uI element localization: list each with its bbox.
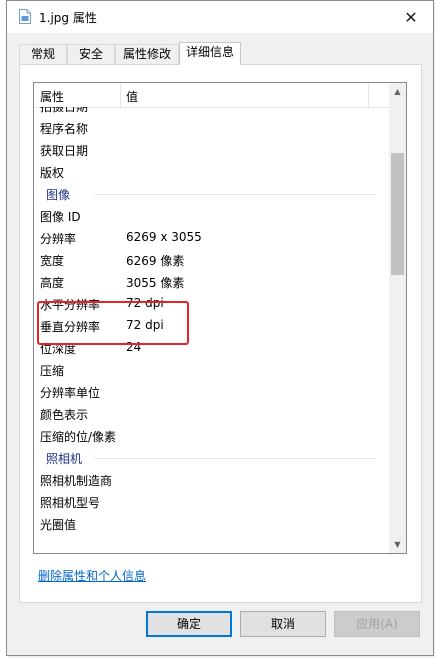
group-label: 图像 bbox=[46, 188, 71, 202]
group-label: 照相机 bbox=[46, 452, 83, 466]
property-value: 3055 像素 bbox=[126, 276, 185, 290]
property-name: 程序名称 bbox=[40, 122, 89, 136]
file-icon bbox=[19, 9, 31, 24]
ok-button[interactable]: 确定 bbox=[146, 611, 232, 637]
property-row[interactable]: 图像 ID bbox=[34, 205, 390, 227]
group-header: 图像 bbox=[34, 183, 390, 205]
property-name: 版权 bbox=[40, 166, 65, 180]
property-row[interactable]: 压缩 bbox=[34, 359, 390, 381]
property-row[interactable]: 分辨率单位 bbox=[34, 381, 390, 403]
close-button[interactable]: ✕ bbox=[389, 1, 433, 33]
tab-property-edit[interactable]: 属性修改 bbox=[115, 44, 179, 64]
group-divider bbox=[94, 458, 376, 459]
details-panel: 属性 值 拍摄日期程序名称获取日期版权图像图像 ID 分辨率 6269 x 3055… bbox=[19, 64, 422, 603]
property-row[interactable]: 宽度 6269 像素 bbox=[34, 249, 390, 271]
vertical-scrollbar[interactable]: ▲ ▼ bbox=[389, 83, 406, 553]
property-name: 图像 ID bbox=[40, 210, 81, 224]
property-name: 照相机型号 bbox=[40, 496, 101, 510]
column-header-value[interactable]: 值 bbox=[126, 88, 138, 105]
property-row[interactable]: 光圈值 bbox=[34, 513, 390, 535]
property-row[interactable]: 分辨率 6269 x 3055 bbox=[34, 227, 390, 249]
window-title: 1.jpg 属性 bbox=[39, 11, 97, 25]
scrollbar-thumb[interactable] bbox=[391, 153, 404, 275]
remove-properties-link[interactable]: 删除属性和个人信息 bbox=[38, 567, 146, 584]
property-row[interactable]: 压缩的位/像素 bbox=[34, 425, 390, 447]
scroll-down-arrow-icon[interactable]: ▼ bbox=[389, 536, 406, 553]
property-name: 获取日期 bbox=[40, 144, 89, 158]
cancel-button[interactable]: 取消 bbox=[240, 611, 326, 637]
property-row[interactable]: 高度 3055 像素 bbox=[34, 271, 390, 293]
tab-security[interactable]: 安全 bbox=[67, 44, 115, 64]
property-name: 拍摄日期 bbox=[40, 107, 89, 114]
property-name: 分辨率 bbox=[40, 232, 77, 246]
apply-button[interactable]: 应用(A) bbox=[334, 611, 420, 637]
scroll-up-arrow-icon[interactable]: ▲ bbox=[389, 83, 406, 100]
property-row[interactable]: 颜色表示 bbox=[34, 403, 390, 425]
property-name: 照相机制造商 bbox=[40, 474, 113, 488]
property-name: 高度 bbox=[40, 276, 65, 290]
property-row[interactable]: 程序名称 bbox=[34, 117, 390, 139]
property-row[interactable]: 照相机型号 bbox=[34, 491, 390, 513]
close-icon: ✕ bbox=[404, 7, 418, 27]
property-name: 光圈值 bbox=[40, 518, 77, 532]
property-name: 颜色表示 bbox=[40, 408, 89, 422]
property-value: 6269 x 3055 bbox=[126, 230, 202, 244]
tab-general[interactable]: 常规 bbox=[19, 44, 67, 64]
property-row[interactable]: 获取日期 bbox=[34, 139, 390, 161]
column-divider[interactable] bbox=[120, 83, 121, 107]
group-divider bbox=[94, 194, 376, 195]
title-bar[interactable]: 1.jpg 属性 ✕ bbox=[7, 1, 433, 33]
property-name: 宽度 bbox=[40, 254, 65, 268]
property-value: 6269 像素 bbox=[126, 254, 185, 268]
list-header: 属性 值 bbox=[34, 83, 390, 108]
property-name: 压缩的位/像素 bbox=[40, 430, 117, 444]
property-name: 压缩 bbox=[40, 364, 65, 378]
tab-details[interactable]: 详细信息 bbox=[179, 42, 241, 65]
property-row[interactable]: 拍摄日期 bbox=[34, 107, 390, 117]
group-header: 照相机 bbox=[34, 447, 390, 469]
property-row[interactable]: 照相机制造商 bbox=[34, 469, 390, 491]
red-highlight-box bbox=[37, 301, 189, 345]
column-header-property[interactable]: 属性 bbox=[40, 88, 64, 105]
property-row[interactable]: 版权 bbox=[34, 161, 390, 183]
property-name: 分辨率单位 bbox=[40, 386, 101, 400]
column-divider[interactable] bbox=[368, 83, 369, 107]
properties-dialog: 1.jpg 属性 ✕ 常规 安全 属性修改 详细信息 属性 值 拍摄日期程序名称… bbox=[6, 0, 434, 656]
